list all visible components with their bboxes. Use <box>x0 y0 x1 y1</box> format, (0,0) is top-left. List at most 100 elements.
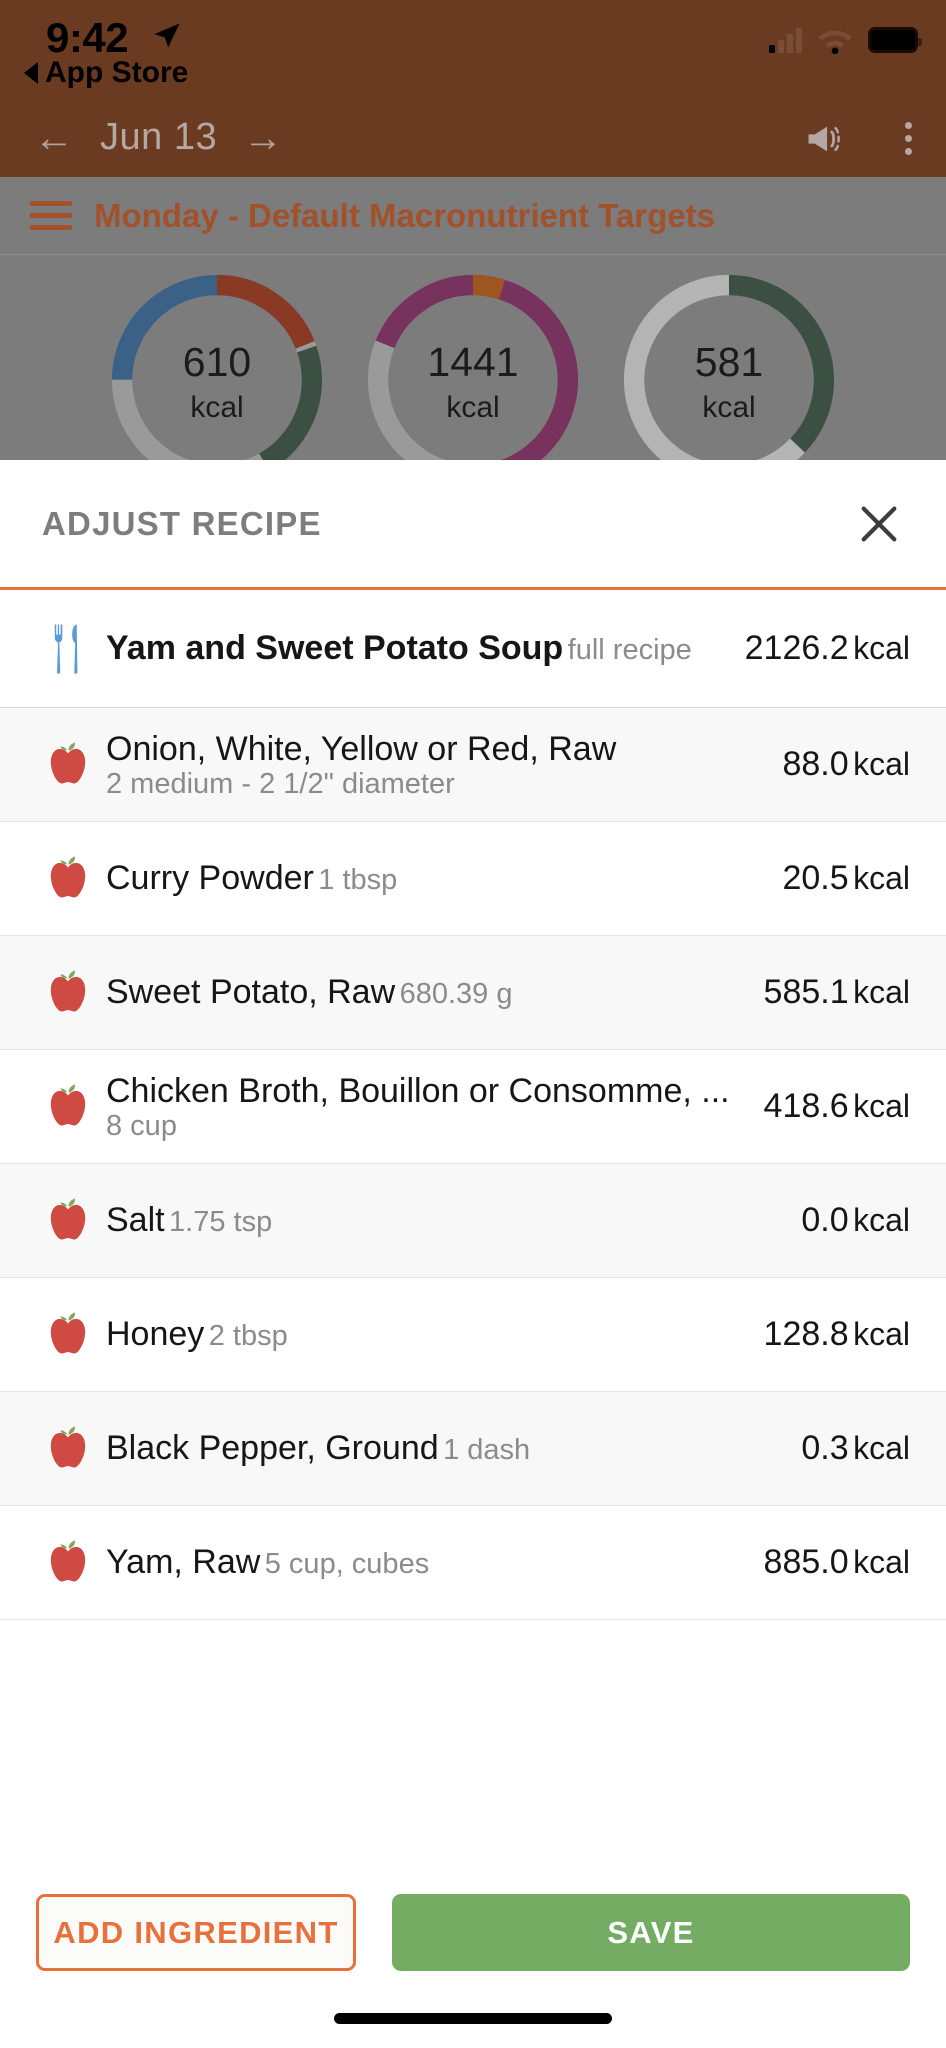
date-nav-bar: ← Jun 13 → <box>0 110 946 177</box>
recipe-info: Yam and Sweet Potato Soup full recipe <box>106 628 745 668</box>
apple-icon <box>30 854 106 904</box>
ingredient-info: Chicken Broth, Bouillon or Consomme, ...… <box>106 1071 760 1143</box>
ingredient-info: Yam, Raw 5 cup, cubes <box>106 1542 760 1582</box>
adjust-recipe-sheet: ADJUST RECIPE Yam and Sweet Potato Soup <box>0 460 946 2048</box>
list-item[interactable]: Honey 2 tbsp 128.8 kcal <box>0 1278 946 1392</box>
macro-donut-group: 610 kcal 1441 kcal 581 kcal <box>0 255 946 486</box>
arrow-left-icon[interactable]: ← <box>34 118 74 158</box>
ingredient-calories-unit: kcal <box>853 1544 910 1581</box>
app-screen: 9:42 App Store ← Jun 13 → Monday - Defau… <box>0 0 946 2048</box>
ingredient-calories: 585.1 kcal <box>760 972 910 1012</box>
ingredient-calories-value: 20.5 <box>782 859 849 898</box>
list-item[interactable]: Sweet Potato, Raw 680.39 g 585.1 kcal <box>0 936 946 1050</box>
ingredient-info: Black Pepper, Ground 1 dash <box>106 1428 760 1468</box>
ingredient-name: Chicken Broth, Bouillon or Consomme, ... <box>106 1071 730 1110</box>
status-bar-indicators <box>769 26 922 54</box>
ingredient-info: Onion, White, Yellow or Red, Raw 2 mediu… <box>106 729 760 801</box>
ingredient-calories-unit: kcal <box>853 1088 910 1125</box>
recipe-calories-unit: kcal <box>853 630 910 667</box>
recipe-name: Yam and Sweet Potato Soup <box>106 629 564 668</box>
ingredient-calories-value: 88.0 <box>782 745 849 784</box>
ingredient-info: Sweet Potato, Raw 680.39 g <box>106 972 760 1012</box>
list-item[interactable]: Black Pepper, Ground 1 dash 0.3 kcal <box>0 1392 946 1506</box>
ingredient-calories: 20.5 kcal <box>760 858 910 898</box>
megaphone-icon[interactable] <box>805 122 843 156</box>
list-item[interactable]: Yam, Raw 5 cup, cubes 885.0 kcal <box>0 1506 946 1620</box>
apple-icon <box>30 1538 106 1588</box>
ingredient-calories-value: 885.0 <box>763 1543 849 1582</box>
ingredient-name: Black Pepper, Ground <box>106 1429 439 1468</box>
ingredient-calories-unit: kcal <box>853 1202 910 1239</box>
ingredient-serving: 2 medium - 2 1/2" diameter <box>106 767 455 800</box>
ingredient-calories-unit: kcal <box>853 1430 910 1467</box>
ingredient-info: Honey 2 tbsp <box>106 1314 760 1354</box>
status-bar: 9:42 App Store <box>0 0 946 110</box>
ingredient-info: Curry Powder 1 tbsp <box>106 858 760 898</box>
ingredient-serving: 1 dash <box>443 1434 531 1467</box>
apple-icon <box>30 1310 106 1360</box>
apple-icon <box>30 740 106 790</box>
ingredient-info: Salt 1.75 tsp <box>106 1200 760 1240</box>
ingredient-serving: 8 cup <box>106 1109 177 1142</box>
cellular-signal-icon <box>769 27 802 53</box>
day-summary-bar[interactable]: Monday - Default Macronutrient Targets <box>0 177 946 255</box>
ingredient-serving: 1.75 tsp <box>169 1206 273 1239</box>
ingredient-calories: 418.6 kcal <box>760 1086 910 1126</box>
add-ingredient-button[interactable]: ADD INGREDIENT <box>36 1894 356 1971</box>
arrow-right-icon[interactable]: → <box>243 118 283 158</box>
battery-icon <box>868 27 922 53</box>
ingredient-serving: 1 tbsp <box>318 864 398 897</box>
list-item[interactable]: Curry Powder 1 tbsp 20.5 kcal <box>0 822 946 936</box>
recipe-calories-value: 2126.2 <box>744 629 849 668</box>
apple-icon <box>30 1424 106 1474</box>
sheet-header: ADJUST RECIPE <box>0 460 946 590</box>
ingredient-name: Yam, Raw <box>106 1543 261 1582</box>
ingredient-name: Sweet Potato, Raw <box>106 973 396 1012</box>
ingredient-name: Honey <box>106 1315 205 1354</box>
dimmed-summary-overlay: Monday - Default Macronutrient Targets 6… <box>0 177 946 486</box>
ingredient-calories-value: 585.1 <box>763 973 849 1012</box>
ingredient-name: Onion, White, Yellow or Red, Raw <box>106 729 617 768</box>
save-button[interactable]: SAVE <box>392 1894 910 1971</box>
ingredient-list: Yam and Sweet Potato Soup full recipe 21… <box>0 590 946 1620</box>
nav-actions <box>805 120 920 157</box>
ingredient-calories: 128.8 kcal <box>760 1314 910 1354</box>
sheet-footer: ADD INGREDIENT SAVE <box>0 1840 946 2048</box>
ingredient-calories: 88.0 kcal <box>760 744 910 784</box>
recipe-calories: 2126.2 kcal <box>745 628 910 668</box>
back-to-app-store-button[interactable]: App Store <box>24 56 188 90</box>
home-indicator <box>334 2013 612 2024</box>
macro-donut-3-value: 581 <box>694 339 764 386</box>
ingredient-calories-unit: kcal <box>853 974 910 1011</box>
ingredient-serving: 5 cup, cubes <box>264 1548 430 1581</box>
current-date-label[interactable]: Jun 13 <box>100 116 217 159</box>
macro-donut-2-unit: kcal <box>446 390 500 424</box>
close-icon[interactable] <box>854 499 904 549</box>
apple-icon <box>30 968 106 1018</box>
list-item[interactable]: Salt 1.75 tsp 0.0 kcal <box>0 1164 946 1278</box>
status-bar-time: 9:42 <box>46 14 129 61</box>
macro-donut-3-unit: kcal <box>702 390 756 424</box>
list-item[interactable]: Chicken Broth, Bouillon or Consomme, ...… <box>0 1050 946 1164</box>
apple-icon <box>30 1082 106 1132</box>
ingredient-calories-value: 0.3 <box>801 1429 849 1468</box>
macro-donut-2-value: 1441 <box>427 339 519 386</box>
page-title: ADJUST RECIPE <box>42 504 322 542</box>
back-label: App Store <box>45 56 189 89</box>
hamburger-menu-icon[interactable] <box>30 201 72 230</box>
ingredient-calories-value: 128.8 <box>763 1315 849 1354</box>
wifi-icon <box>818 30 852 54</box>
ingredient-calories-unit: kcal <box>853 860 910 897</box>
apple-icon <box>30 1196 106 1246</box>
macro-donut-1-value: 610 <box>182 339 252 386</box>
ingredient-calories-value: 418.6 <box>763 1087 849 1126</box>
ingredient-calories-value: 0.0 <box>801 1201 849 1240</box>
list-item[interactable]: Onion, White, Yellow or Red, Raw 2 mediu… <box>0 708 946 822</box>
ingredient-serving: 680.39 g <box>399 978 513 1011</box>
recipe-row[interactable]: Yam and Sweet Potato Soup full recipe 21… <box>0 590 946 708</box>
date-nav-controls: ← Jun 13 → <box>34 116 283 159</box>
ingredient-calories-unit: kcal <box>853 1316 910 1353</box>
fork-knife-icon <box>30 622 106 676</box>
kebab-menu-icon[interactable] <box>897 120 920 157</box>
location-arrow-icon <box>154 23 180 48</box>
